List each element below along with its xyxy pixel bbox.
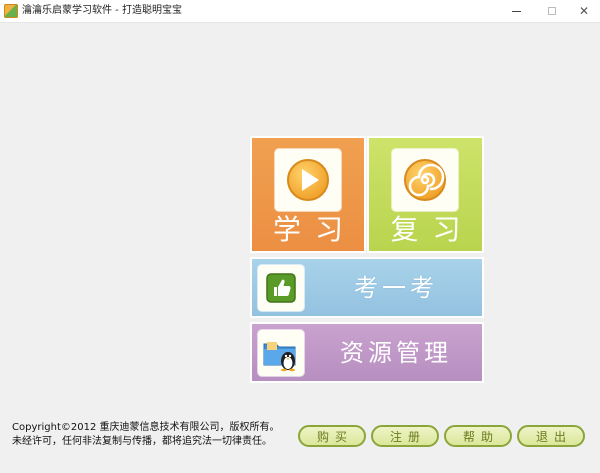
register-button[interactable]: 注册	[371, 425, 439, 447]
maximize-button[interactable]	[534, 0, 570, 22]
buy-button[interactable]: 购买	[298, 425, 366, 447]
window-title: 瀹瀹乐启蒙学习软件 - 打造聪明宝宝	[22, 5, 182, 16]
test-icon-box	[258, 265, 304, 311]
learn-tile[interactable]: 学习	[250, 136, 366, 253]
test-label: 考一考	[354, 274, 438, 302]
learn-icon-box	[275, 149, 341, 211]
minimize-icon	[511, 10, 521, 12]
copyright-line-2: 未经许可，任何非法复制与传播，都将追究法一切律责任。	[12, 436, 272, 447]
thumbs-up-icon	[266, 273, 296, 303]
close-button[interactable]: ✕	[566, 0, 600, 22]
help-button[interactable]: 帮助	[444, 425, 512, 447]
folder-penguin-icon	[263, 342, 296, 372]
review-tile[interactable]: 复习	[367, 136, 484, 253]
exit-button[interactable]: 退出	[517, 425, 585, 447]
learn-label: 学习	[272, 213, 357, 246]
test-tile[interactable]: 考一考	[250, 257, 484, 318]
minimize-button[interactable]	[498, 0, 534, 22]
review-label: 复习	[390, 213, 475, 246]
resource-icon-box	[258, 330, 304, 376]
review-icon-box	[392, 149, 458, 211]
play-icon	[287, 159, 329, 201]
spiral-icon	[404, 159, 446, 201]
resource-tile[interactable]: 资源管理	[250, 322, 484, 383]
copyright-text: Copyright©2012 重庆迪蒙信息技术有限公司，版权所有。 未经许可，任…	[12, 421, 280, 449]
app-icon	[4, 4, 18, 18]
resource-label: 资源管理	[340, 339, 452, 367]
close-icon: ✕	[578, 4, 590, 18]
copyright-line-1: Copyright©2012 重庆迪蒙信息技术有限公司，版权所有。	[12, 422, 280, 433]
title-bar: 瀹瀹乐启蒙学习软件 - 打造聪明宝宝 ✕	[0, 0, 600, 23]
maximize-icon	[548, 7, 556, 15]
